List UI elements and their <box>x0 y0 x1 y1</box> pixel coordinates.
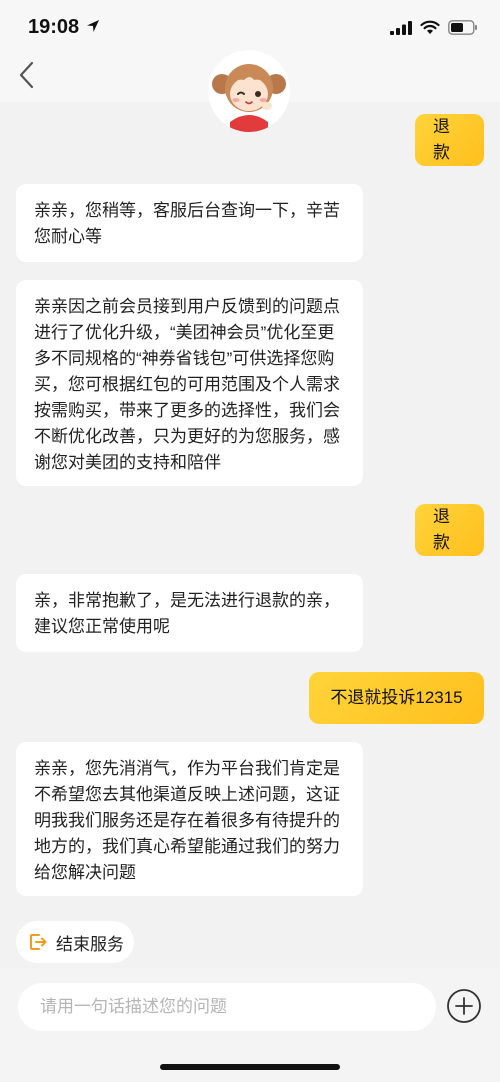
message-bubble-incoming: 亲亲因之前会员接到用户反馈到的问题点进行了优化升级，“美团神会员”优化至更多不同… <box>16 280 363 486</box>
message-bubble-outgoing: 退款 <box>415 504 484 556</box>
status-bar: 19:08 <box>0 0 500 48</box>
end-service-label: 结束服务 <box>56 934 124 954</box>
message-bubble-outgoing: 不退就投诉12315 <box>309 672 484 724</box>
location-arrow-icon <box>87 20 99 32</box>
chat-area: 退款 亲亲，您稍等，客服后台查询一下，辛苦您耐心等 亲亲因之前会员接到用户反馈到… <box>0 102 500 968</box>
status-time: 19:08 <box>28 16 80 38</box>
exit-icon <box>30 934 47 950</box>
wifi-icon <box>420 20 440 34</box>
back-chevron-icon[interactable] <box>12 58 42 92</box>
message-bubble-outgoing: 退款 <box>415 114 484 166</box>
status-icons <box>390 20 478 35</box>
battery-icon <box>448 20 477 35</box>
message-bubble-incoming: 亲亲，您先消消气，作为平台我们肯定是不希望您去其他渠道反映上述问题，这证明我我们… <box>16 742 363 896</box>
home-indicator[interactable] <box>160 1064 340 1070</box>
message-bubble-incoming: 亲亲，您稍等，客服后台查询一下，辛苦您耐心等 <box>16 184 363 262</box>
message-input[interactable] <box>18 983 436 1031</box>
signal-icon <box>390 20 412 35</box>
message-bubble-incoming: 亲，非常抱歉了，是无法进行退款的亲，建议您正常使用呢 <box>16 574 363 652</box>
add-plus-icon[interactable] <box>446 988 482 1024</box>
end-service-button[interactable]: 结束服务 <box>16 921 134 963</box>
